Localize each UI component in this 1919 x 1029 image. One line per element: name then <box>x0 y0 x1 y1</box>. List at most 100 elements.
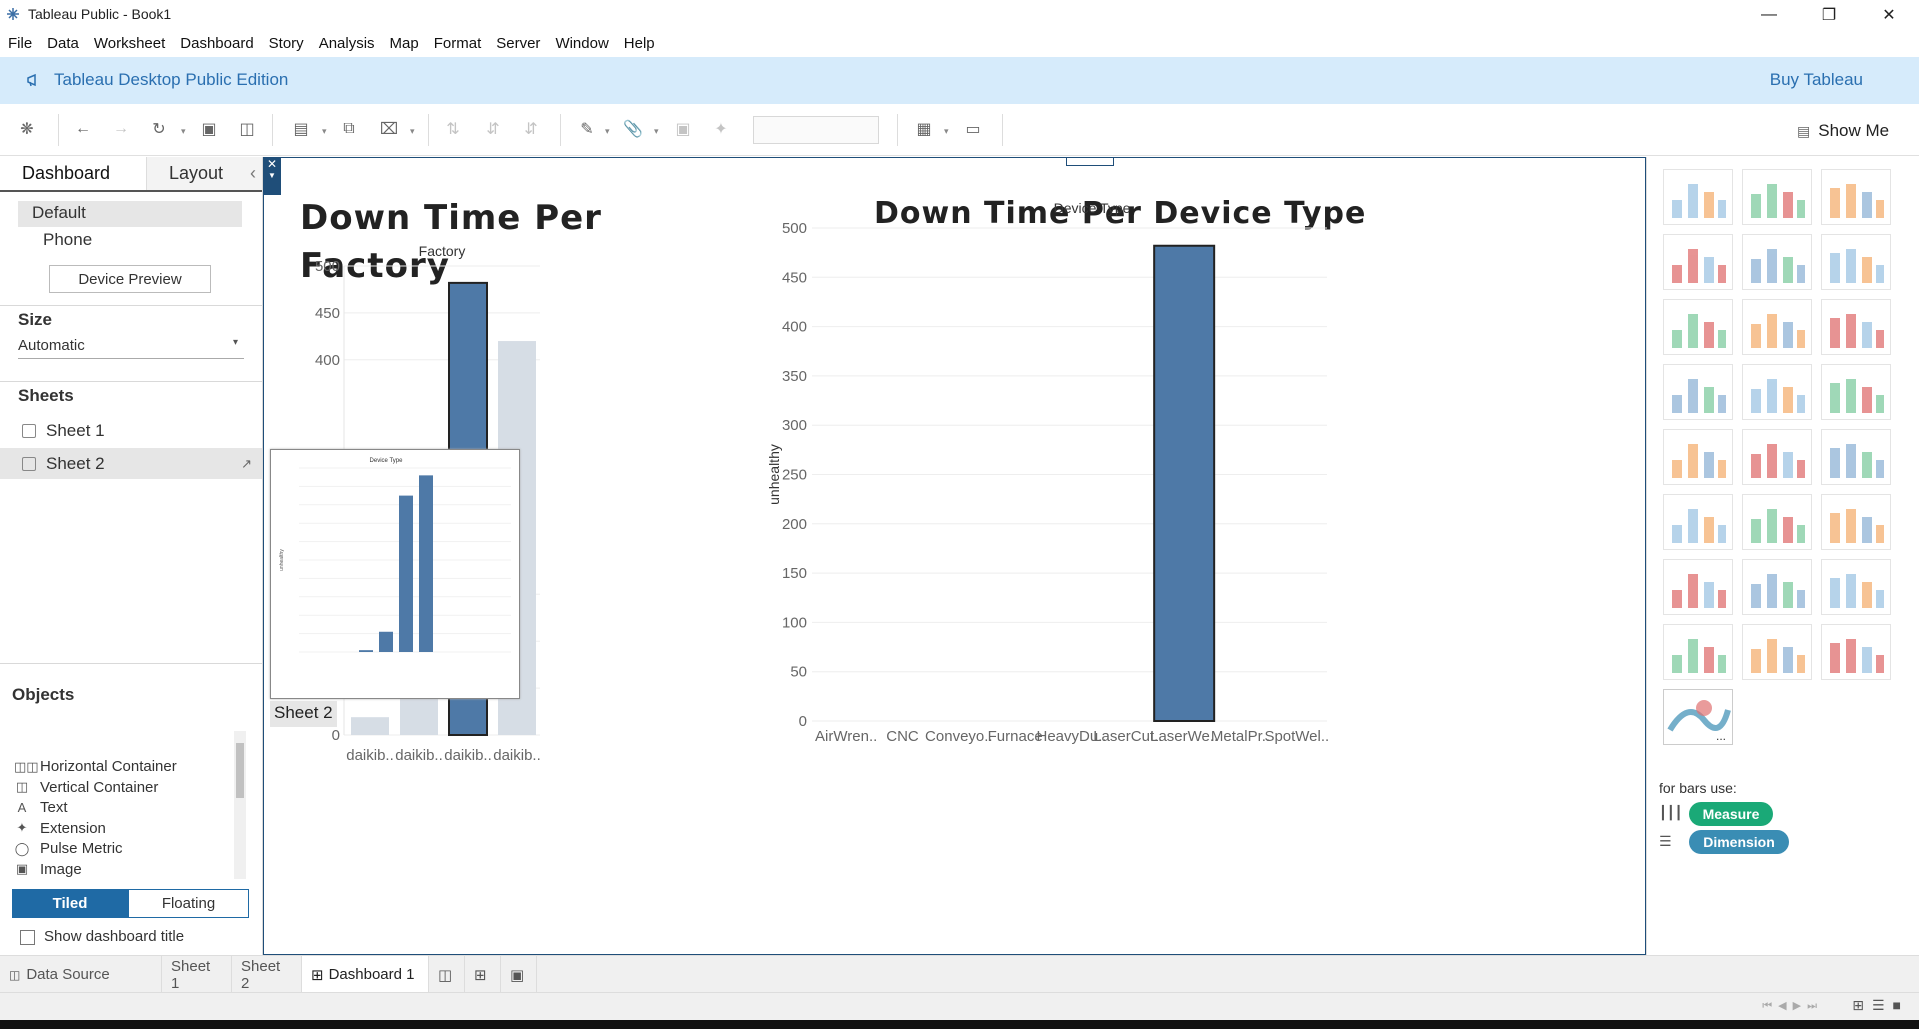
chart-type-thumbnail[interactable] <box>1663 559 1733 615</box>
size-select[interactable]: Automatic <box>18 337 85 354</box>
show-mark-labels-icon[interactable]: ▣ <box>672 118 694 140</box>
clear-sheet-icon[interactable]: ⌧ <box>378 118 400 140</box>
chart-type-thumbnail[interactable] <box>1663 429 1733 485</box>
menu-server[interactable]: Server <box>496 35 540 52</box>
new-story-tab-icon[interactable]: ▣ <box>501 956 537 993</box>
floating-button[interactable]: Floating <box>128 889 249 918</box>
save-icon[interactable]: ▣ <box>198 118 220 140</box>
chart-type-thumbnail[interactable] <box>1742 364 1812 420</box>
size-dropdown-caret-icon[interactable]: ▾ <box>233 337 238 348</box>
dropdown-caret-icon[interactable]: ▾ <box>322 126 327 137</box>
tiled-button[interactable]: Tiled <box>12 889 128 918</box>
device-preview-button[interactable]: Device Preview <box>49 265 211 293</box>
new-dashboard-tab-icon[interactable]: ⊞ <box>465 956 501 993</box>
show-me-button[interactable]: ▤ Show Me <box>1787 112 1903 152</box>
fit-select[interactable] <box>753 116 879 144</box>
menu-format[interactable]: Format <box>434 35 482 52</box>
tab-dashboard[interactable]: Dashboard <box>0 157 146 190</box>
chart-type-thumbnail[interactable] <box>1821 299 1891 355</box>
chart-type-thumbnail[interactable] <box>1742 234 1812 290</box>
highlight-icon[interactable]: ✎ <box>576 118 598 140</box>
chart-type-thumbnail[interactable] <box>1663 364 1733 420</box>
dropdown-caret-icon[interactable]: ▾ <box>410 126 415 137</box>
chart-type-thumbnail[interactable] <box>1821 624 1891 680</box>
device-default[interactable]: Default <box>32 203 86 223</box>
replay-icon[interactable]: ↻ <box>148 118 170 140</box>
fix-axes-icon[interactable]: ✦ <box>710 118 732 140</box>
menu-help[interactable]: Help <box>624 35 655 52</box>
object-item[interactable]: ◫◫ Horizontal Container <box>14 758 177 775</box>
dropdown-caret-icon[interactable]: ▾ <box>654 126 659 137</box>
device-phone[interactable]: Phone <box>43 230 92 250</box>
chart-type-thumbnail[interactable] <box>1742 559 1812 615</box>
sort-ascending-icon[interactable]: ⇵ <box>482 118 504 140</box>
object-item[interactable]: ▣ Image <box>14 861 82 878</box>
tab-navigation-icons[interactable]: ⏮◀▶⏭ <box>1762 999 1823 1013</box>
menu-data[interactable]: Data <box>47 35 79 52</box>
menu-map[interactable]: Map <box>390 35 419 52</box>
chart-type-thumbnail[interactable] <box>1663 494 1733 550</box>
chart-type-thumbnail[interactable] <box>1821 234 1891 290</box>
show-cards-icon[interactable]: ▦ <box>913 118 935 140</box>
close-icon[interactable]: ✕ <box>263 157 281 171</box>
chart-type-thumbnail[interactable] <box>1821 364 1891 420</box>
sheet-item-1[interactable]: Sheet 1 <box>0 415 262 446</box>
swap-rows-columns-icon[interactable]: ⇅ <box>442 118 464 140</box>
floating-sheet-2[interactable]: Device Type unhealthy <box>270 449 520 699</box>
view-mode-icons[interactable]: ⊞☰■ <box>1852 997 1909 1014</box>
menu-analysis[interactable]: Analysis <box>319 35 375 52</box>
tab-dashboard-1[interactable]: ⊞ Dashboard 1 <box>302 956 429 993</box>
restore-button[interactable]: ❐ <box>1800 0 1858 29</box>
buy-tableau-link[interactable]: Buy Tableau <box>1770 70 1863 90</box>
menu-worksheet[interactable]: Worksheet <box>94 35 165 52</box>
sheet-item-2[interactable]: Sheet 2 ↗ <box>0 448 262 479</box>
chart-type-thumbnail[interactable] <box>1663 624 1733 680</box>
undo-icon[interactable]: ← <box>72 118 94 140</box>
close-window-button[interactable]: ✕ <box>1860 0 1918 29</box>
object-item[interactable]: ◫ Vertical Container <box>14 779 159 796</box>
dropdown-caret-icon[interactable]: ▾ <box>944 126 949 137</box>
chart-type-thumbnail[interactable] <box>1742 169 1812 225</box>
menu-file[interactable]: File <box>8 35 32 52</box>
collapse-panel-icon[interactable]: ‹ <box>250 163 256 184</box>
chart-type-thumbnail[interactable] <box>1821 494 1891 550</box>
chart-type-thumbnail[interactable] <box>1821 169 1891 225</box>
new-data-source-icon[interactable]: ◫ <box>236 118 258 140</box>
dropdown-caret-icon[interactable]: ▾ <box>605 126 610 137</box>
chart-type-thumbnail[interactable] <box>1742 624 1812 680</box>
chart-type-thumbnail[interactable] <box>1742 494 1812 550</box>
more-options-caret-icon[interactable]: ▼ <box>263 171 281 180</box>
duplicate-sheet-icon[interactable]: ⧉ <box>338 118 360 140</box>
chart-type-thumbnail[interactable] <box>1663 169 1733 225</box>
chart-type-thumbnail[interactable] <box>1663 234 1733 290</box>
menu-window[interactable]: Window <box>555 35 608 52</box>
dashboard-canvas[interactable]: Down Time Per Factory Down Time Per Devi… <box>263 157 1646 955</box>
new-worksheet-icon[interactable]: ▤ <box>290 118 312 140</box>
menu-story[interactable]: Story <box>269 35 304 52</box>
chart-type-thumbnail[interactable] <box>1742 429 1812 485</box>
tab-layout[interactable]: Layout ‹ <box>146 157 262 190</box>
tab-sheet-1[interactable]: Sheet 1 <box>162 956 232 993</box>
chart-type-thumbnail[interactable] <box>1663 299 1733 355</box>
chart-type-thumbnail[interactable]: ... <box>1663 689 1733 745</box>
tab-data-source[interactable]: ◫ Data Source <box>0 956 162 993</box>
show-title-checkbox[interactable] <box>20 930 35 945</box>
tab-sheet-2[interactable]: Sheet 2 <box>232 956 302 993</box>
new-worksheet-tab-icon[interactable]: ◫ <box>429 956 465 993</box>
chart-type-thumbnail[interactable] <box>1821 559 1891 615</box>
object-item[interactable]: A Text <box>14 799 68 816</box>
dropdown-caret-icon[interactable]: ▾ <box>181 126 186 137</box>
objects-scrollbar[interactable] <box>234 731 246 879</box>
group-members-icon[interactable]: 📎 <box>622 118 644 140</box>
canvas-controls[interactable]: ✕ ▼ <box>263 157 281 195</box>
minimize-button[interactable]: — <box>1740 0 1798 29</box>
presentation-mode-icon[interactable]: ▭ <box>962 118 984 140</box>
chart-type-thumbnail[interactable] <box>1742 299 1812 355</box>
object-item[interactable]: ◯ Pulse Metric <box>14 840 123 857</box>
floating-sheet-label[interactable]: Sheet 2 <box>270 701 337 727</box>
sort-descending-icon[interactable]: ⇵ <box>520 118 542 140</box>
menu-dashboard[interactable]: Dashboard <box>180 35 253 52</box>
chart-type-thumbnail[interactable] <box>1821 429 1891 485</box>
object-item[interactable]: ✦ Extension <box>14 820 106 837</box>
tableau-home-icon[interactable]: ❋ <box>16 118 38 140</box>
